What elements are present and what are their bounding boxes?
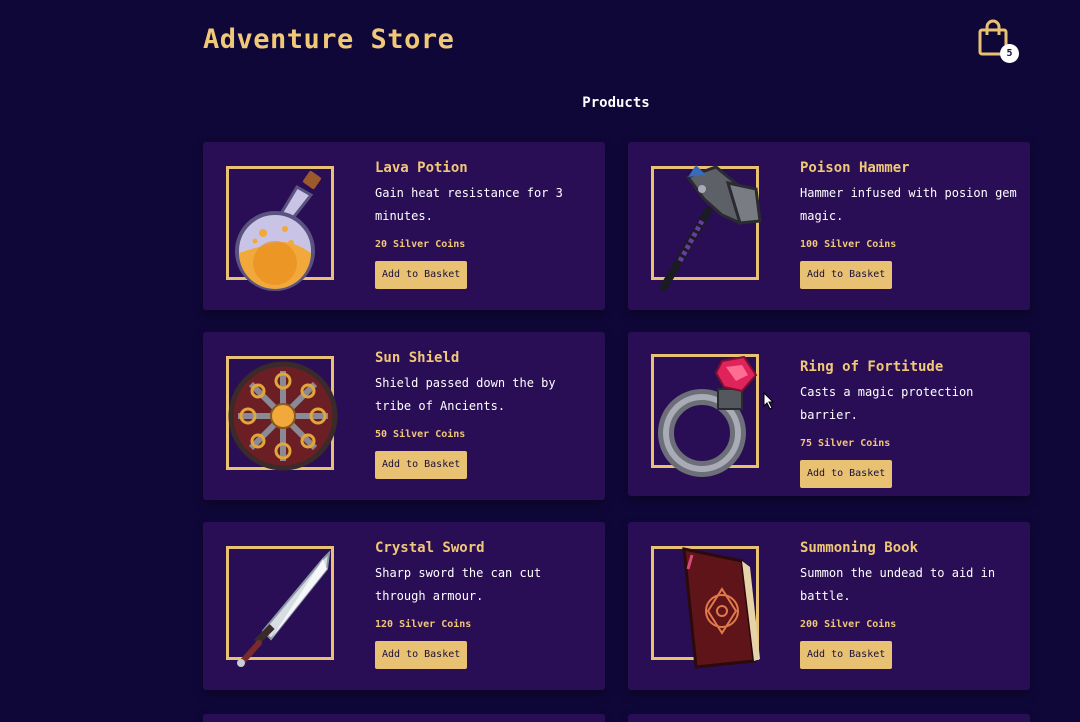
product-description: Sharp sword the can cut through armour.: [375, 566, 542, 603]
product-image-frame: [226, 356, 338, 471]
product-price: 100 Silver Coins: [800, 239, 897, 250]
product-name: Lava Potion: [375, 160, 468, 176]
product-description: Shield passed down the by tribe of Ancie…: [375, 376, 556, 413]
products-heading: Products: [582, 95, 650, 111]
add-to-basket-button[interactable]: Add to Basket: [375, 641, 468, 669]
product-description: Hammer infused with posion gem magic.: [800, 186, 1017, 223]
ring-icon: [658, 355, 758, 477]
add-to-basket-button[interactable]: Add to Basket: [375, 261, 468, 289]
product-image-frame: [226, 166, 334, 291]
product-info: Crystal Sword Sharp sword the can cut th…: [375, 538, 595, 669]
product-image-frame: [651, 354, 759, 477]
store-page: Adventure Store 5 Products Lava Potion G…: [0, 0, 1080, 722]
add-to-basket-button[interactable]: Add to Basket: [800, 261, 893, 289]
store-title: Adventure Store: [203, 24, 455, 55]
product-name: Summoning Book: [800, 540, 919, 556]
product-card: Crystal Sword Sharp sword the can cut th…: [203, 522, 605, 690]
product-card: Ring of Fortitude Casts a magic protecti…: [628, 332, 1030, 496]
product-price: 20 Silver Coins: [375, 239, 466, 250]
product-price: 120 Silver Coins: [375, 619, 472, 630]
product-description: Summon the undead to aid in battle.: [800, 566, 996, 603]
summoning-book-icon: [682, 547, 760, 669]
product-price: 75 Silver Coins: [800, 438, 891, 449]
product-info: Lava Potion Gain heat resistance for 3 m…: [375, 158, 595, 289]
product-name: Sun Shield: [375, 350, 460, 366]
cart-count-badge: 5: [1000, 44, 1019, 63]
product-card-partial: [628, 714, 1030, 722]
product-name: Crystal Sword: [375, 540, 485, 556]
product-info: Ring of Fortitude Casts a magic protecti…: [800, 357, 1020, 488]
product-description: Casts a magic protection barrier.: [800, 385, 974, 422]
crystal-sword-icon: [237, 550, 331, 667]
product-info: Summoning Book Summon the undead to aid …: [800, 538, 1020, 669]
product-description: Gain heat resistance for 3 minutes.: [375, 186, 563, 223]
product-price: 200 Silver Coins: [800, 619, 897, 630]
add-to-basket-button[interactable]: Add to Basket: [800, 460, 893, 488]
add-to-basket-button[interactable]: Add to Basket: [800, 641, 893, 669]
product-image-frame: [651, 165, 762, 291]
product-info: Sun Shield Shield passed down the by tri…: [375, 348, 595, 479]
product-card: Summoning Book Summon the undead to aid …: [628, 522, 1030, 690]
product-image-frame: [651, 546, 760, 669]
lava-potion-icon: [235, 171, 321, 291]
product-image-frame: [226, 546, 334, 667]
product-name: Poison Hammer: [800, 160, 910, 176]
cart-button[interactable]: 5: [976, 18, 1020, 66]
product-card-partial: [203, 714, 605, 722]
product-name: Ring of Fortitude: [800, 359, 944, 375]
product-card: Sun Shield Shield passed down the by tri…: [203, 332, 605, 500]
product-card: Lava Potion Gain heat resistance for 3 m…: [203, 142, 605, 310]
product-card: Poison Hammer Hammer infused with posion…: [628, 142, 1030, 310]
sun-shield-icon: [228, 361, 338, 471]
product-price: 50 Silver Coins: [375, 429, 466, 440]
poison-hammer-icon: [660, 165, 762, 291]
product-info: Poison Hammer Hammer infused with posion…: [800, 158, 1020, 289]
add-to-basket-button[interactable]: Add to Basket: [375, 451, 468, 479]
mouse-cursor-icon: [763, 392, 775, 410]
